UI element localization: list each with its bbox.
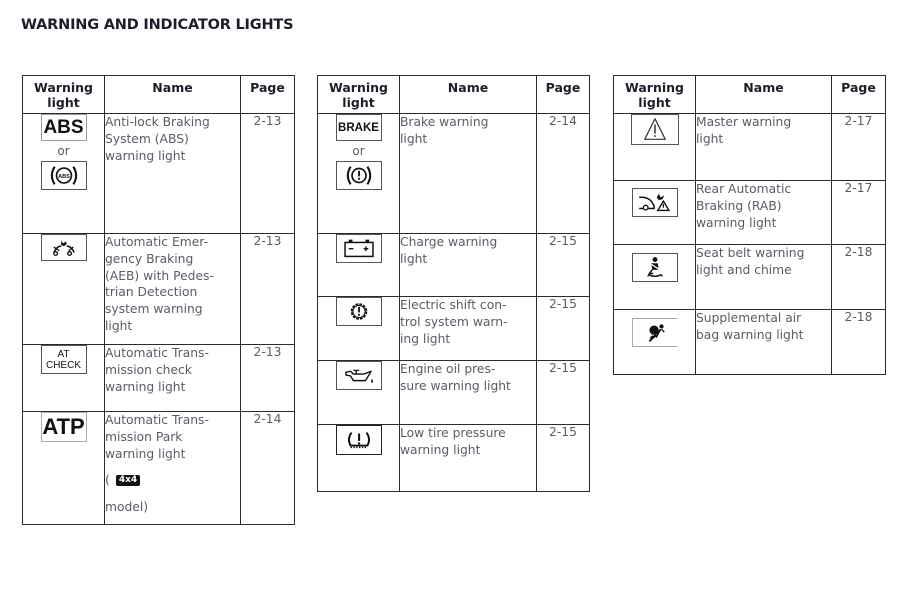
warning-lights-table-1: Warning light Name Page ABS or ABS Anti-… xyxy=(22,75,295,525)
warning-light-cell xyxy=(613,244,696,310)
oil-can-icon xyxy=(335,361,382,390)
warning-light-cell xyxy=(317,424,400,492)
warning-light-name: Automatic Emer- gency Braking (AEB) with… xyxy=(104,233,241,345)
warning-light-cell xyxy=(22,233,105,345)
header-warning-light: Warning light xyxy=(317,75,400,114)
model-note-suffix: model) xyxy=(105,500,149,515)
page-reference[interactable]: 2-17 xyxy=(831,113,886,181)
page-reference[interactable]: 2-13 xyxy=(240,113,295,234)
master-warning-triangle-icon xyxy=(630,114,679,145)
table-header-row: Warning light Name Page xyxy=(317,75,590,114)
table-row: Master warning light 2-17 xyxy=(613,113,886,181)
brake-text-icon: BRAKE xyxy=(335,114,382,141)
warning-lights-table-3: Warning light Name Page Master warning l… xyxy=(613,75,886,375)
warning-light-name: Automatic Trans- mission Park warning li… xyxy=(104,411,241,525)
warning-light-cell xyxy=(613,180,696,245)
table-row: Rear Automatic Braking (RAB) warning lig… xyxy=(613,180,886,245)
page-reference[interactable]: 2-15 xyxy=(536,296,590,361)
abs-text-icon: ABS xyxy=(40,114,87,141)
warning-light-cell: ABS or ABS xyxy=(22,113,105,234)
abs-text-icon-label: ABS xyxy=(43,116,84,138)
header-name: Name xyxy=(104,75,241,114)
table-header-row: Warning light Name Page xyxy=(22,75,295,114)
warning-light-name: Brake warning light xyxy=(399,113,537,234)
warning-light-cell xyxy=(317,296,400,361)
page-title: WARNING AND INDICATOR LIGHTS xyxy=(21,17,294,33)
page-reference[interactable]: 2-17 xyxy=(831,180,886,245)
header-page: Page xyxy=(831,75,886,114)
page-reference[interactable]: 2-13 xyxy=(240,233,295,345)
header-page: Page xyxy=(240,75,295,114)
table-row: Electric shift con- trol system warn- in… xyxy=(317,296,590,361)
atp-icon: ATP xyxy=(40,412,87,442)
warning-lights-table-2: Warning light Name Page BRAKE or Brake w… xyxy=(317,75,590,492)
page-reference[interactable]: 2-14 xyxy=(536,113,590,234)
warning-light-name: Supplemental air bag warning light xyxy=(695,309,832,375)
or-label: or xyxy=(352,144,365,158)
table-row: Seat belt warning light and chime 2-18 xyxy=(613,244,886,310)
table-row: Low tire pressure warning light 2-15 xyxy=(317,424,590,492)
at-check-icon: AT CHECK xyxy=(40,345,87,374)
seat-belt-icon xyxy=(631,253,678,282)
name-text: Automatic Trans- mission Park warning li… xyxy=(105,413,209,461)
electric-shift-gear-icon xyxy=(335,297,382,326)
warning-light-name: Low tire pressure warning light xyxy=(399,424,537,492)
warning-light-name: Engine oil pres- sure warning light xyxy=(399,360,537,425)
page-reference[interactable]: 2-18 xyxy=(831,309,886,375)
warning-light-name: Charge warning light xyxy=(399,233,537,297)
warning-light-name: Electric shift con- trol system warn- in… xyxy=(399,296,537,361)
note-prefix: ( xyxy=(105,473,110,488)
header-name: Name xyxy=(399,75,537,114)
table-row: Engine oil pres- sure warning light 2-15 xyxy=(317,360,590,425)
header-warning-light: Warning light xyxy=(613,75,696,114)
tire-pressure-icon xyxy=(335,425,382,455)
or-label: or xyxy=(57,144,70,158)
brake-text-icon-label: BRAKE xyxy=(338,121,379,134)
header-warning-light-label: Warning light xyxy=(329,80,388,110)
at-check-icon-label: AT CHECK xyxy=(45,348,81,371)
table-row: ABS or ABS Anti-lock Braking System (ABS… xyxy=(22,113,295,234)
brake-circle-exclamation-icon xyxy=(335,161,382,190)
page-reference[interactable]: 2-18 xyxy=(831,244,886,310)
page-reference[interactable]: 2-14 xyxy=(240,411,295,525)
warning-light-name: Master warning light xyxy=(695,113,832,181)
header-warning-light-label: Warning light xyxy=(34,80,93,110)
page-reference[interactable]: 2-15 xyxy=(536,424,590,492)
name-text: Anti-lock Braking System (ABS) warning l… xyxy=(105,115,210,163)
table-row: ATP Automatic Trans- mission Park warnin… xyxy=(22,411,295,525)
airbag-icon xyxy=(631,318,678,347)
warning-light-name: Seat belt warning light and chime xyxy=(695,244,832,310)
page-reference[interactable]: 2-15 xyxy=(536,233,590,297)
page-reference[interactable]: 2-15 xyxy=(536,360,590,425)
model-note: (4x4 xyxy=(105,472,240,489)
abs-circle-icon: ABS xyxy=(40,161,87,190)
table-row: AT CHECK Automatic Trans- mission check … xyxy=(22,344,295,412)
table-row: BRAKE or Brake warning light 2-14 xyxy=(317,113,590,234)
battery-charge-icon xyxy=(335,234,382,263)
table-row: Charge warning light 2-15 xyxy=(317,233,590,297)
svg-text:ABS: ABS xyxy=(58,174,70,180)
aeb-pedestrian-icon xyxy=(40,234,87,261)
page-reference[interactable]: 2-13 xyxy=(240,344,295,412)
warning-light-cell: BRAKE or xyxy=(317,113,400,234)
header-page: Page xyxy=(536,75,590,114)
warning-light-cell: ATP xyxy=(22,411,105,525)
atp-icon-label: ATP xyxy=(42,414,85,439)
header-warning-light-label: Warning light xyxy=(625,80,684,110)
table-row: Automatic Emer- gency Braking (AEB) with… xyxy=(22,233,295,345)
table-row: Supplemental air bag warning light 2-18 xyxy=(613,309,886,375)
warning-light-cell xyxy=(613,309,696,375)
warning-light-cell xyxy=(317,233,400,297)
warning-light-name: Rear Automatic Braking (RAB) warning lig… xyxy=(695,180,832,245)
header-name: Name xyxy=(695,75,832,114)
4x4-badge-icon: 4x4 xyxy=(115,475,141,487)
table-header-row: Warning light Name Page xyxy=(613,75,886,114)
warning-light-cell: AT CHECK xyxy=(22,344,105,412)
warning-light-cell xyxy=(317,360,400,425)
warning-light-name: Automatic Trans- mission check warning l… xyxy=(104,344,241,412)
rear-automatic-braking-icon xyxy=(631,188,678,217)
header-warning-light: Warning light xyxy=(22,75,105,114)
warning-light-cell xyxy=(613,113,696,181)
warning-light-name: Anti-lock Braking System (ABS) warning l… xyxy=(104,113,241,234)
